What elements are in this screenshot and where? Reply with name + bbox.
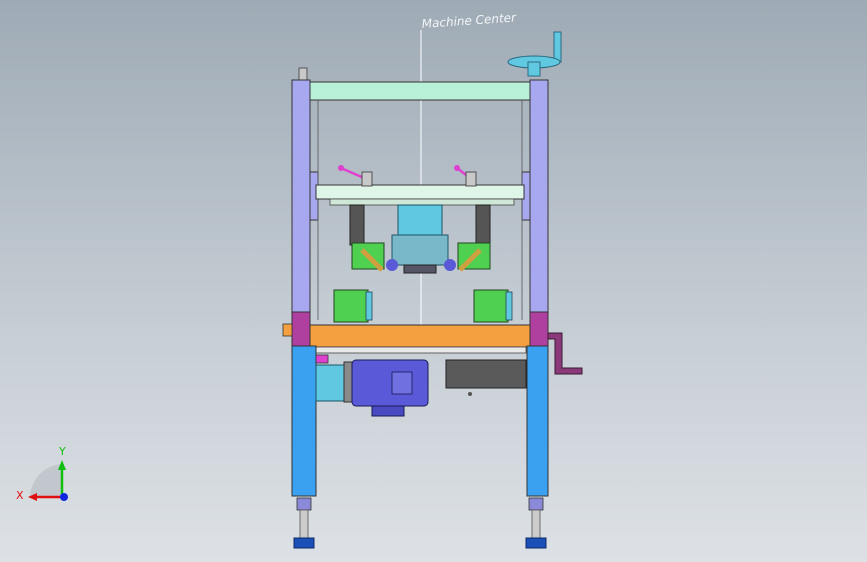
coordinate-triad: [28, 460, 68, 501]
column-joint-left: [291, 311, 311, 347]
clamp-block-left: [333, 289, 373, 323]
spindle-arm-left: [349, 204, 365, 246]
cad-viewport[interactable]: Machine Center X Y: [0, 0, 867, 562]
leveling-foot-left[interactable]: [293, 497, 315, 549]
axis-x-label: X: [16, 489, 24, 502]
column-joint-right: [529, 311, 549, 347]
axis-y-label: Y: [58, 445, 66, 458]
spindle-gearbox: [391, 204, 449, 274]
frame-column-left: [291, 79, 311, 313]
lever-right[interactable]: [454, 165, 477, 187]
crank-handle[interactable]: [547, 332, 583, 375]
control-box: [445, 359, 527, 396]
frame-column-right: [529, 79, 549, 313]
leg-left: [291, 345, 317, 497]
top-bolt-left: [298, 67, 308, 81]
lever-left[interactable]: [338, 165, 373, 187]
clamp-block-right: [473, 289, 513, 323]
handwheel-top[interactable]: [507, 31, 562, 77]
top-beam: [309, 81, 531, 101]
machine-center-label: Machine Center: [421, 10, 517, 31]
table-plate: [309, 324, 531, 348]
spindle-head-left: [351, 242, 398, 272]
spindle-head-right: [444, 242, 491, 272]
drive-motor: [315, 354, 429, 417]
cross-beam: [315, 184, 525, 200]
leg-right: [526, 345, 549, 497]
leveling-foot-right[interactable]: [525, 497, 547, 549]
spindle-arm-right: [475, 204, 491, 246]
